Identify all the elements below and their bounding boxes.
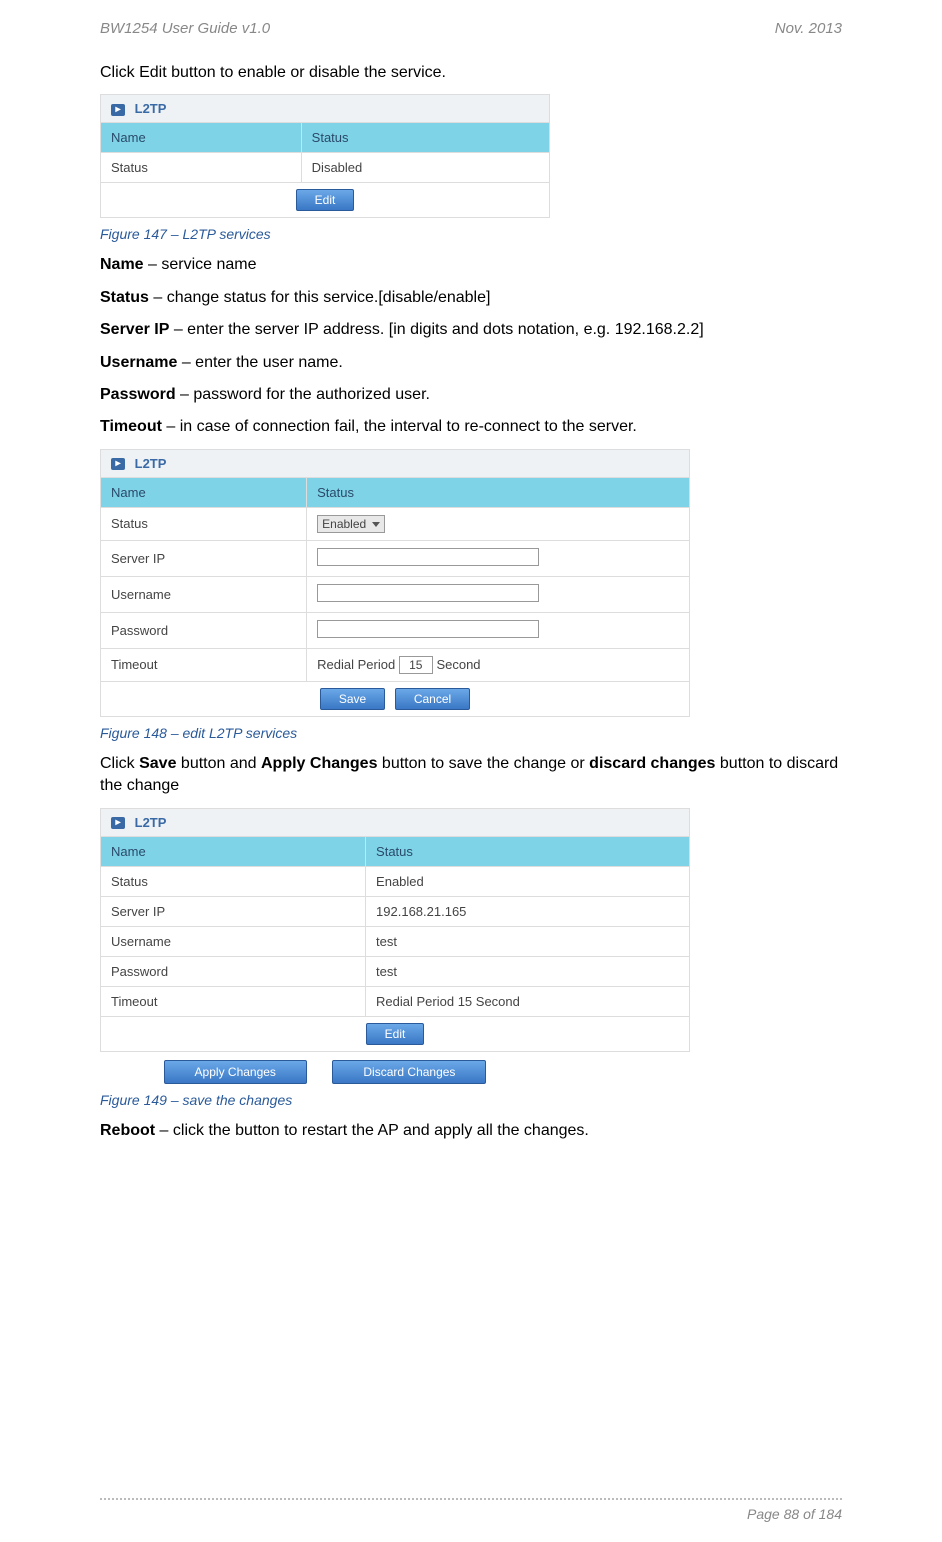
col-status: Status — [301, 123, 549, 153]
edit-timeout-cell: Redial Period 15 Second — [307, 648, 690, 681]
reboot-text: – click the button to restart the AP and… — [155, 1122, 589, 1139]
def-password-text: – password for the authorized user. — [176, 386, 430, 403]
col-status-2: Status — [307, 477, 690, 507]
def-timeout-text: – in case of connection fail, the interv… — [162, 418, 637, 435]
def-username-label: Username — [100, 354, 177, 371]
save-paragraph: Click Save button and Apply Changes butt… — [100, 753, 842, 798]
sum-serverip-v: 192.168.21.165 — [366, 896, 690, 926]
l2tp-edit-table: ▸ L2TP Name Status Status Enabled Server… — [100, 449, 690, 717]
sum-serverip-l: Server IP — [101, 896, 366, 926]
header-left: BW1254 User Guide v1.0 — [100, 20, 270, 37]
sum-password-l: Password — [101, 956, 366, 986]
row-status-value: Disabled — [301, 153, 549, 183]
serverip-input[interactable] — [317, 548, 539, 566]
def-serverip-text: – enter the server IP address. [in digit… — [169, 321, 703, 338]
save-button[interactable]: Save — [320, 688, 385, 710]
sp-p2: button and — [176, 755, 261, 772]
password-input[interactable] — [317, 620, 539, 638]
page-footer: Page 88 of 184 — [100, 1498, 842, 1522]
reboot-label: Reboot — [100, 1122, 155, 1139]
section-title-3-text: L2TP — [135, 815, 167, 830]
apply-changes-button[interactable]: Apply Changes — [164, 1060, 307, 1084]
def-serverip: Server IP – enter the server IP address.… — [100, 319, 842, 341]
edit-button-2[interactable]: Edit — [366, 1023, 425, 1045]
def-name-label: Name — [100, 256, 144, 273]
edit-username-label: Username — [101, 576, 307, 612]
sp-b3: discard changes — [589, 755, 715, 772]
def-timeout-label: Timeout — [100, 418, 162, 435]
def-name-text: – service name — [144, 256, 257, 273]
expand-icon: ▸ — [111, 817, 125, 829]
redial-post: Second — [436, 657, 480, 672]
sp-b1: Save — [139, 755, 176, 772]
def-serverip-label: Server IP — [100, 321, 169, 338]
expand-icon: ▸ — [111, 458, 125, 470]
col-name: Name — [101, 123, 302, 153]
sum-timeout-l: Timeout — [101, 986, 366, 1016]
def-status: Status – change status for this service.… — [100, 287, 842, 309]
figure-149-caption: Figure 149 – save the changes — [100, 1092, 842, 1108]
edit-timeout-label: Timeout — [101, 648, 307, 681]
def-username-text: – enter the user name. — [177, 354, 342, 371]
def-status-text: – change status for this service.[disabl… — [149, 289, 491, 306]
l2tp-summary-table: ▸ L2TP Name Status StatusEnabled Server … — [100, 808, 690, 1052]
l2tp-status-table: ▸ L2TP Name Status Status Disabled Edit — [100, 94, 550, 218]
def-username: Username – enter the user name. — [100, 352, 842, 374]
status-select[interactable]: Enabled — [317, 515, 385, 533]
reboot-line: Reboot – click the button to restart the… — [100, 1120, 842, 1142]
status-select-value: Enabled — [322, 517, 366, 531]
col-status-3: Status — [366, 836, 690, 866]
page-number: Page 88 of 184 — [100, 1506, 842, 1522]
section-title-2: ▸ L2TP — [101, 449, 690, 477]
section-title-text: L2TP — [135, 101, 167, 116]
def-password-label: Password — [100, 386, 176, 403]
sum-password-v: test — [366, 956, 690, 986]
redial-pre: Redial Period — [317, 657, 395, 672]
def-name: Name – service name — [100, 254, 842, 276]
figure-147-caption: Figure 147 – L2TP services — [100, 226, 842, 242]
sp-p1: Click — [100, 755, 139, 772]
sp-p3: button to save the change or — [377, 755, 589, 772]
sum-username-l: Username — [101, 926, 366, 956]
col-name-3: Name — [101, 836, 366, 866]
sum-status-v: Enabled — [366, 866, 690, 896]
sum-status-l: Status — [101, 866, 366, 896]
def-timeout: Timeout – in case of connection fail, th… — [100, 416, 842, 438]
def-status-label: Status — [100, 289, 149, 306]
change-buttons: Apply Changes Discard Changes — [100, 1060, 550, 1084]
discard-changes-button[interactable]: Discard Changes — [332, 1060, 486, 1084]
section-title: ▸ L2TP — [101, 95, 550, 123]
sum-timeout-v: Redial Period 15 Second — [366, 986, 690, 1016]
edit-button[interactable]: Edit — [296, 189, 355, 211]
def-password: Password – password for the authorized u… — [100, 384, 842, 406]
edit-status-label: Status — [101, 507, 307, 540]
intro-text: Click Edit button to enable or disable t… — [100, 62, 842, 84]
sp-b2: Apply Changes — [261, 755, 377, 772]
cancel-button[interactable]: Cancel — [395, 688, 470, 710]
edit-serverip-label: Server IP — [101, 540, 307, 576]
edit-password-label: Password — [101, 612, 307, 648]
footer-divider — [100, 1498, 842, 1500]
username-input[interactable] — [317, 584, 539, 602]
redial-input[interactable]: 15 — [399, 656, 433, 674]
header-right: Nov. 2013 — [775, 20, 842, 37]
expand-icon: ▸ — [111, 104, 125, 116]
figure-148-caption: Figure 148 – edit L2TP services — [100, 725, 842, 741]
section-title-3: ▸ L2TP — [101, 808, 690, 836]
row-status-label: Status — [101, 153, 302, 183]
page-header: BW1254 User Guide v1.0 Nov. 2013 — [100, 20, 842, 37]
section-title-2-text: L2TP — [135, 456, 167, 471]
caret-down-icon — [372, 522, 380, 527]
col-name-2: Name — [101, 477, 307, 507]
sum-username-v: test — [366, 926, 690, 956]
